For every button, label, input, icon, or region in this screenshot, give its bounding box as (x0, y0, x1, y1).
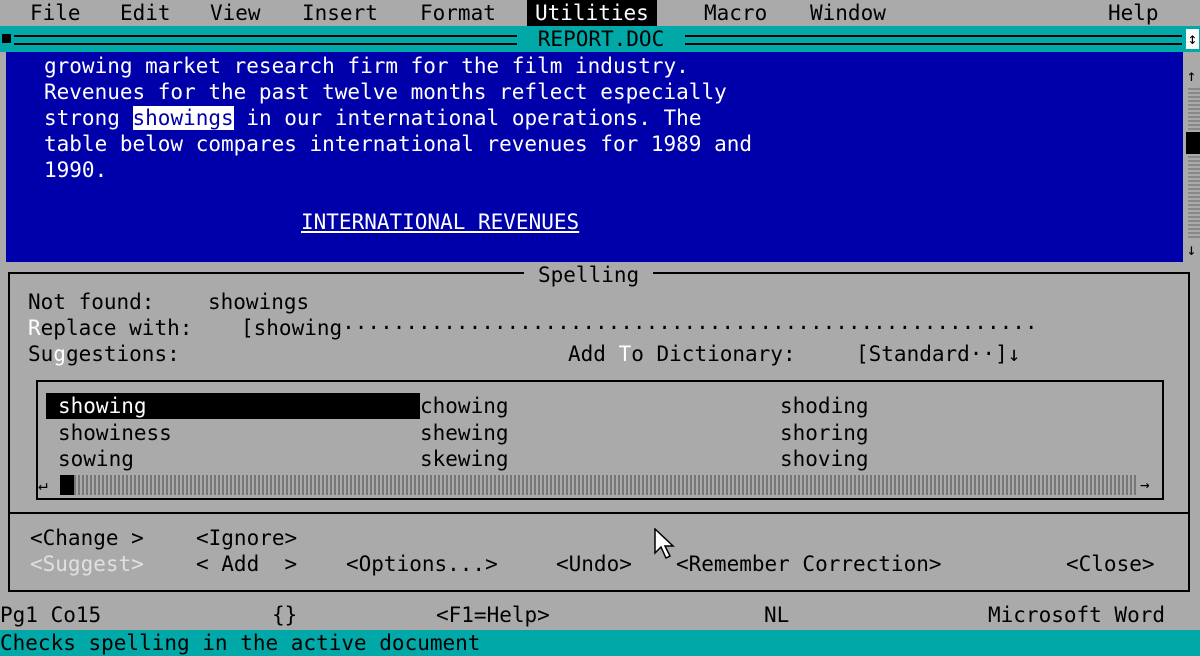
suggest-button[interactable]: <Suggest> (30, 551, 144, 577)
menu-utilities[interactable]: Utilities (527, 0, 657, 26)
menu-help[interactable]: Help (1100, 0, 1167, 26)
scroll-thumb[interactable] (1186, 132, 1200, 154)
add-button[interactable]: < Add > (196, 551, 297, 577)
suggestion-item[interactable]: shoring (780, 420, 869, 446)
horizontal-scrollbar[interactable]: ↵ → (38, 472, 1156, 498)
dialog-title: Spelling (524, 262, 654, 288)
horizontal-scroll-track[interactable] (74, 475, 1138, 495)
system-menu-box[interactable] (2, 34, 11, 43)
not-found-value: showings (208, 290, 310, 314)
suggestion-item[interactable]: showiness (58, 420, 172, 446)
suggestion-item[interactable]: shewing (420, 420, 509, 446)
change-button[interactable]: <Change > (30, 525, 144, 551)
replace-with-label: Replace with: (28, 315, 192, 341)
add-to-label-b: o Dictionary: (631, 342, 796, 366)
suggestion-item[interactable]: shoding (780, 393, 869, 419)
ignore-button[interactable]: <Ignore> (196, 525, 297, 551)
braces-indicator: {} (272, 603, 298, 627)
remember-correction-button[interactable]: <Remember Correction> (676, 551, 942, 577)
replace-hotkey: R (28, 316, 41, 340)
menu-insert[interactable]: Insert (294, 0, 386, 26)
scroll-right-icon[interactable]: → (1140, 472, 1150, 498)
app-name: Microsoft Word (988, 603, 1166, 627)
vertical-scrollbar[interactable]: ↑ ↓ (1183, 52, 1200, 262)
doc-heading: INTERNATIONAL REVENUES (301, 210, 580, 234)
suggestions-label: Suggestions: (28, 341, 180, 367)
suggestion-item[interactable]: chowing (420, 393, 509, 419)
suggestions-label-b: gestions: (65, 342, 180, 366)
close-button[interactable]: <Close> (1066, 551, 1155, 577)
suggestion-item[interactable]: showing (46, 393, 420, 419)
status-message: Checks spelling in the active document (0, 631, 481, 655)
menu-edit[interactable]: Edit (112, 0, 179, 26)
menu-view[interactable]: View (202, 0, 269, 26)
replace-with-field[interactable]: [showing································… (241, 315, 1041, 341)
menu-window[interactable]: Window (802, 0, 894, 26)
scroll-down-icon[interactable]: ↓ (1183, 240, 1200, 260)
document-area[interactable]: growing market research firm for the fil… (0, 52, 1183, 262)
scroll-up-icon[interactable]: ↑ (1183, 66, 1200, 86)
doc-line-4: table below compares international reven… (44, 132, 753, 156)
title-bar: REPORT.DOC ↕ (0, 26, 1200, 52)
misspelled-word: showings (132, 106, 234, 130)
mouse-pointer-icon (654, 528, 675, 560)
doc-line-5: 1990. (44, 158, 108, 182)
menu-file[interactable]: File (22, 0, 89, 26)
options-button[interactable]: <Options...> (346, 551, 498, 577)
help-hint[interactable]: <F1=Help> (436, 602, 550, 628)
add-to-dictionary-label: Add To Dictionary: (568, 341, 796, 367)
page-column-indicator: Pg1 Co15 (0, 603, 102, 627)
doc-line-1: growing market research firm for the fil… (44, 54, 689, 78)
message-bar: Checks spelling in the active document (0, 630, 1200, 656)
suggestion-item[interactable]: shoving (780, 446, 869, 472)
undo-button[interactable]: <Undo> (556, 551, 632, 577)
maximize-icon[interactable]: ↕ (1186, 29, 1199, 49)
suggestion-item[interactable]: sowing (58, 446, 134, 472)
scroll-left-icon[interactable]: ↵ (38, 472, 48, 498)
menu-bar: File Edit View Insert Format Utilities M… (0, 0, 1200, 26)
menu-format[interactable]: Format (412, 0, 504, 26)
not-found-label: Not found: (28, 290, 155, 314)
doc-line-3: strong showings in our international ope… (44, 105, 701, 131)
add-to-label-a: Add (568, 342, 619, 366)
window-title: REPORT.DOC (517, 26, 685, 52)
scroll-track[interactable] (1188, 88, 1200, 238)
add-to-hotkey: T (618, 342, 632, 366)
replace-label-text: eplace with: (40, 316, 193, 340)
menu-macro[interactable]: Macro (696, 0, 775, 26)
suggestions-label-a: Su (28, 342, 54, 366)
mode-indicator: NL (764, 603, 790, 627)
doc-line-3-start: strong (44, 106, 133, 130)
status-bar: Pg1 Co15 {} <F1=Help> NL Microsoft Word (0, 602, 1200, 628)
doc-line-3-end: in our international operations. The (233, 106, 702, 130)
doc-line-2: Revenues for the past twelve months refl… (44, 80, 727, 104)
dictionary-dropdown[interactable]: [Standard··]↓ (856, 341, 1020, 367)
suggestion-item[interactable]: skewing (420, 446, 509, 472)
suggestions-hotkey: g (53, 342, 66, 366)
dialog-separator (8, 512, 1190, 514)
horizontal-scroll-thumb[interactable] (60, 475, 74, 495)
